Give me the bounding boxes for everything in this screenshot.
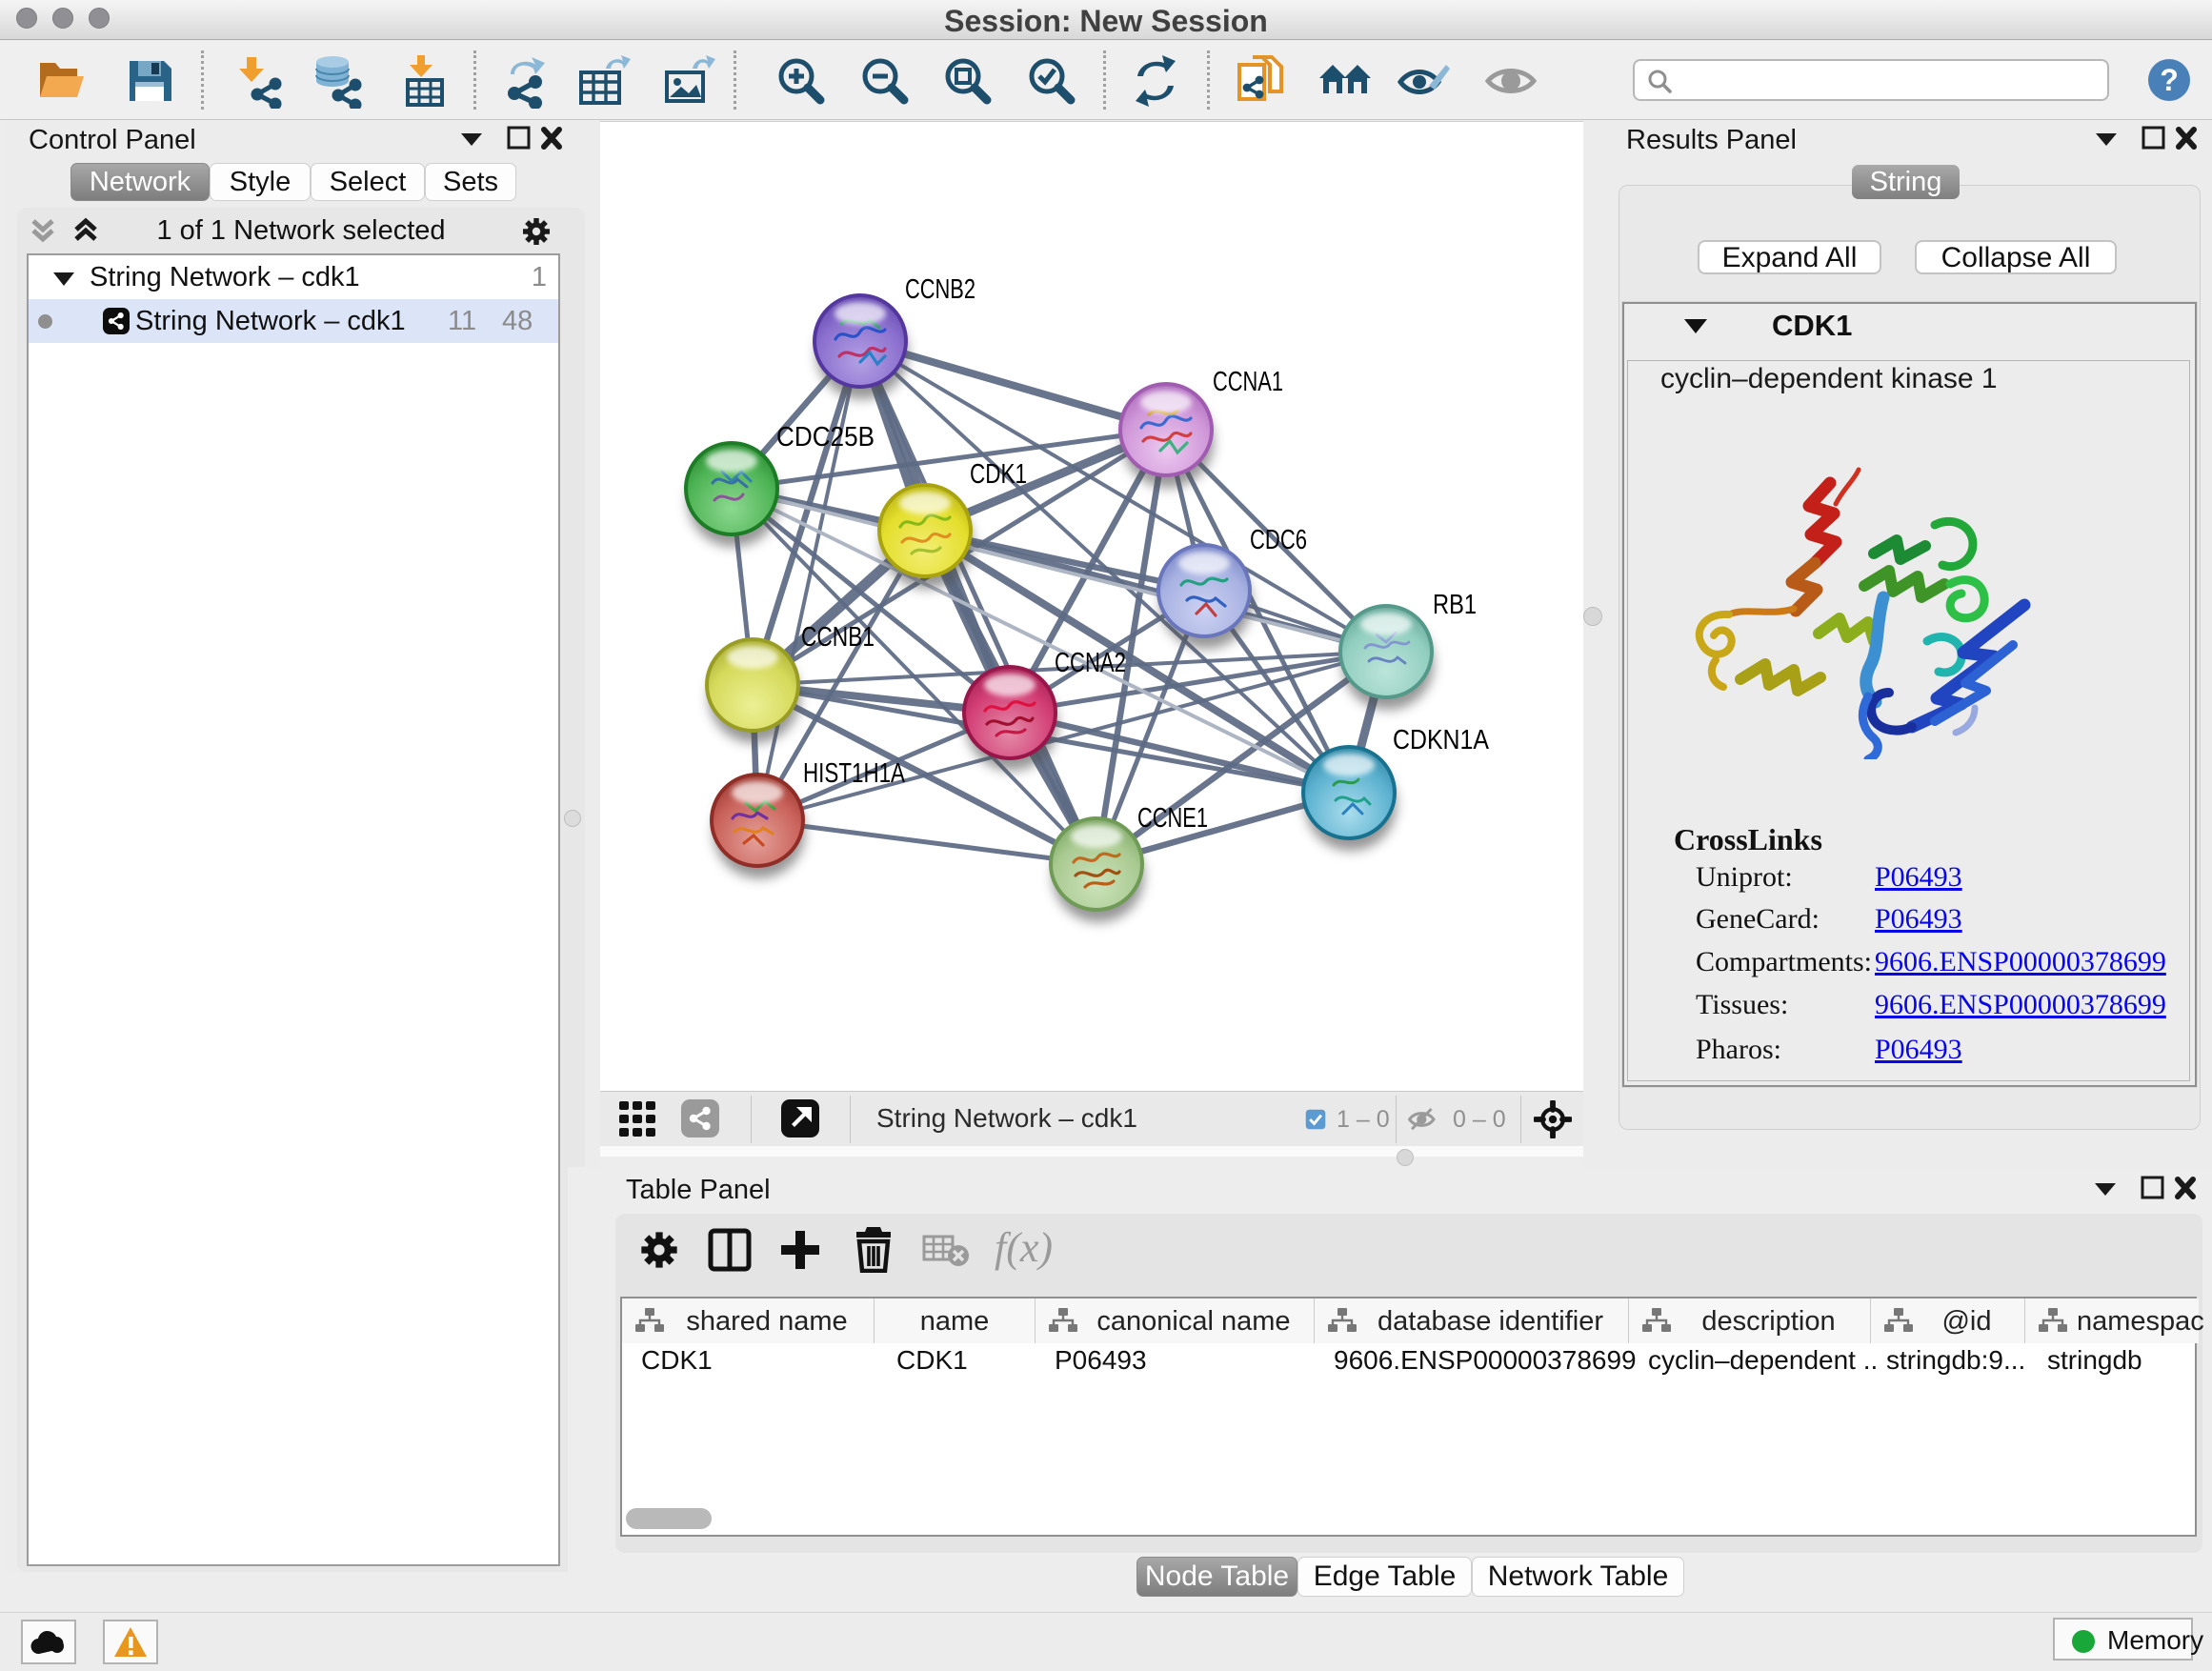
svg-text:CDC25B: CDC25B [776,422,875,453]
svg-text:CCNB1: CCNB1 [801,622,875,653]
svg-text:RB1: RB1 [1433,590,1477,620]
svg-text:CDKN1A: CDKN1A [1393,725,1490,755]
svg-text:CDC6: CDC6 [1250,525,1307,555]
svg-text:CCNE1: CCNE1 [1137,803,1208,834]
svg-text:CCNA1: CCNA1 [1213,367,1283,397]
svg-text:CCNB2: CCNB2 [905,274,975,305]
svg-text:CCNA2: CCNA2 [1055,648,1126,678]
svg-text:HIST1H1A: HIST1H1A [803,758,905,789]
svg-text:CDK1: CDK1 [970,459,1027,490]
